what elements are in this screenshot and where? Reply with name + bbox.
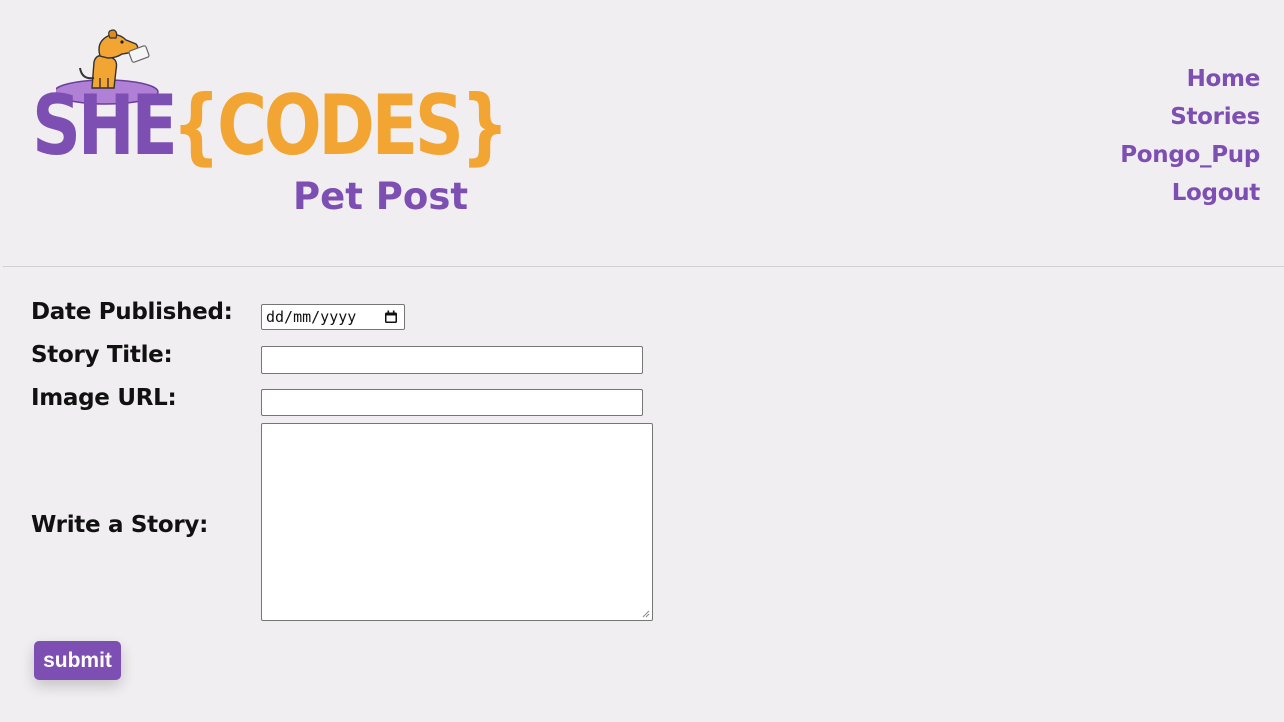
image-url-label: Image URL: [31, 385, 177, 411]
image-url-input[interactable] [261, 389, 643, 416]
date-placeholder: dd/mm/yyyy [266, 308, 357, 326]
date-published-label: Date Published: [31, 299, 233, 325]
submit-button[interactable]: submit [34, 641, 121, 680]
she-codes-pet-post-logo[interactable]: SHE {CODES} Pet Post [30, 28, 509, 223]
site-header: SHE {CODES} Pet Post Home Stories Pongo_… [0, 0, 1284, 266]
nav-profile-link[interactable]: Pongo_Pup [1120, 136, 1260, 174]
date-published-input[interactable]: dd/mm/yyyy [261, 304, 405, 330]
nav-home-link[interactable]: Home [1120, 60, 1261, 98]
nav-stories-link[interactable]: Stories [1120, 98, 1260, 136]
header-divider [3, 266, 1284, 267]
logo-subtitle: Pet Post [293, 175, 469, 218]
story-title-label: Story Title: [31, 342, 173, 368]
story-textarea[interactable] [261, 423, 653, 621]
resize-handle-icon[interactable] [642, 610, 650, 618]
nav-logout-link[interactable]: Logout [1120, 174, 1261, 212]
write-story-label: Write a Story: [31, 512, 209, 538]
logo-she-text: SHE [32, 77, 178, 174]
story-title-input[interactable] [261, 346, 643, 374]
logo-codes-text: {CODES} [172, 77, 509, 174]
main-nav: Home Stories Pongo_Pup Logout [1120, 60, 1260, 212]
calendar-icon[interactable] [384, 310, 398, 324]
